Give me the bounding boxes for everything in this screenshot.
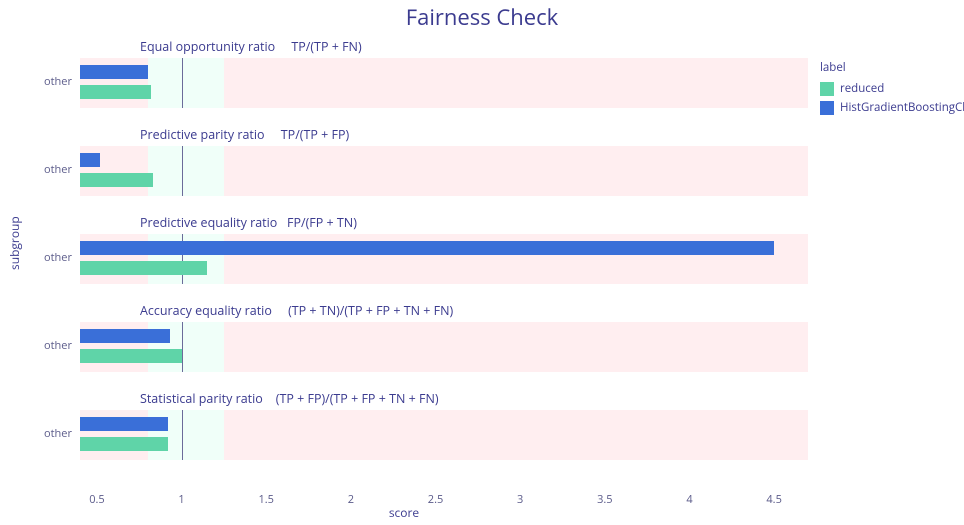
panel-body: [80, 58, 808, 108]
panel-body: [80, 146, 808, 196]
x-tick-label: 2.5: [428, 492, 443, 507]
x-tick-label: 1.5: [258, 492, 273, 507]
bar-hgbc: [80, 417, 168, 431]
y-category-label: other: [44, 74, 72, 89]
panel-body: [80, 410, 808, 460]
panel: Predictive parity ratio TP/(TP + FP)othe…: [80, 128, 808, 196]
bar-hgbc: [80, 153, 100, 167]
panel-title: Predictive parity ratio TP/(TP + FP): [140, 126, 349, 143]
fair-band: [148, 146, 224, 196]
plot-area: Equal opportunity ratio TP/(TP + FN)othe…: [80, 40, 808, 480]
legend: label reduced HistGradientBoostingClassi…: [820, 60, 964, 119]
x-tick-label: 0.5: [89, 492, 104, 507]
chart-title: Fairness Check: [0, 2, 964, 32]
bar-hgbc: [80, 241, 774, 255]
x-tick-label: 4: [686, 492, 692, 507]
bar-reduced: [80, 85, 151, 99]
reference-line: [182, 146, 183, 196]
x-tick-label: 2: [348, 492, 354, 507]
fair-band: [148, 58, 224, 108]
legend-label: HistGradientBoostingClassifier: [840, 100, 964, 115]
panel-title: Statistical parity ratio (TP + FP)/(TP +…: [140, 390, 439, 407]
panel: Accuracy equality ratio (TP + TN)/(TP + …: [80, 304, 808, 372]
y-category-label: other: [44, 338, 72, 353]
bar-hgbc: [80, 65, 148, 79]
bar-reduced: [80, 261, 207, 275]
y-category-label: other: [44, 162, 72, 177]
panel: Predictive equality ratio FP/(FP + TN)ot…: [80, 216, 808, 284]
legend-item-reduced: reduced: [820, 81, 964, 96]
y-category-label: other: [44, 426, 72, 441]
x-tick-label: 1: [178, 492, 184, 507]
bar-reduced: [80, 349, 182, 363]
legend-title: label: [820, 60, 964, 75]
swatch-icon: [820, 101, 834, 115]
y-axis-label: subgroup: [6, 216, 23, 270]
legend-label: reduced: [840, 81, 884, 96]
panel-body: [80, 234, 808, 284]
x-tick-label: 3.5: [597, 492, 612, 507]
reference-line: [182, 322, 183, 372]
x-tick-label: 4.5: [766, 492, 781, 507]
y-category-label: other: [44, 250, 72, 265]
bar-hgbc: [80, 329, 170, 343]
bar-reduced: [80, 173, 153, 187]
x-axis: 0.5 1 1.5 2 2.5 3 3.5 4 4.5: [80, 492, 808, 512]
reference-line: [182, 58, 183, 108]
panel-body: [80, 322, 808, 372]
panel-title: Predictive equality ratio FP/(FP + TN): [140, 214, 357, 231]
panel: Equal opportunity ratio TP/(TP + FN)othe…: [80, 40, 808, 108]
bar-reduced: [80, 437, 168, 451]
panel: Statistical parity ratio (TP + FP)/(TP +…: [80, 392, 808, 460]
x-tick-label: 3: [517, 492, 523, 507]
reference-line: [182, 410, 183, 460]
legend-item-hgbc: HistGradientBoostingClassifier: [820, 100, 964, 115]
swatch-icon: [820, 82, 834, 96]
panel-title: Accuracy equality ratio (TP + TN)/(TP + …: [140, 302, 453, 319]
panel-title: Equal opportunity ratio TP/(TP + FN): [140, 38, 362, 55]
